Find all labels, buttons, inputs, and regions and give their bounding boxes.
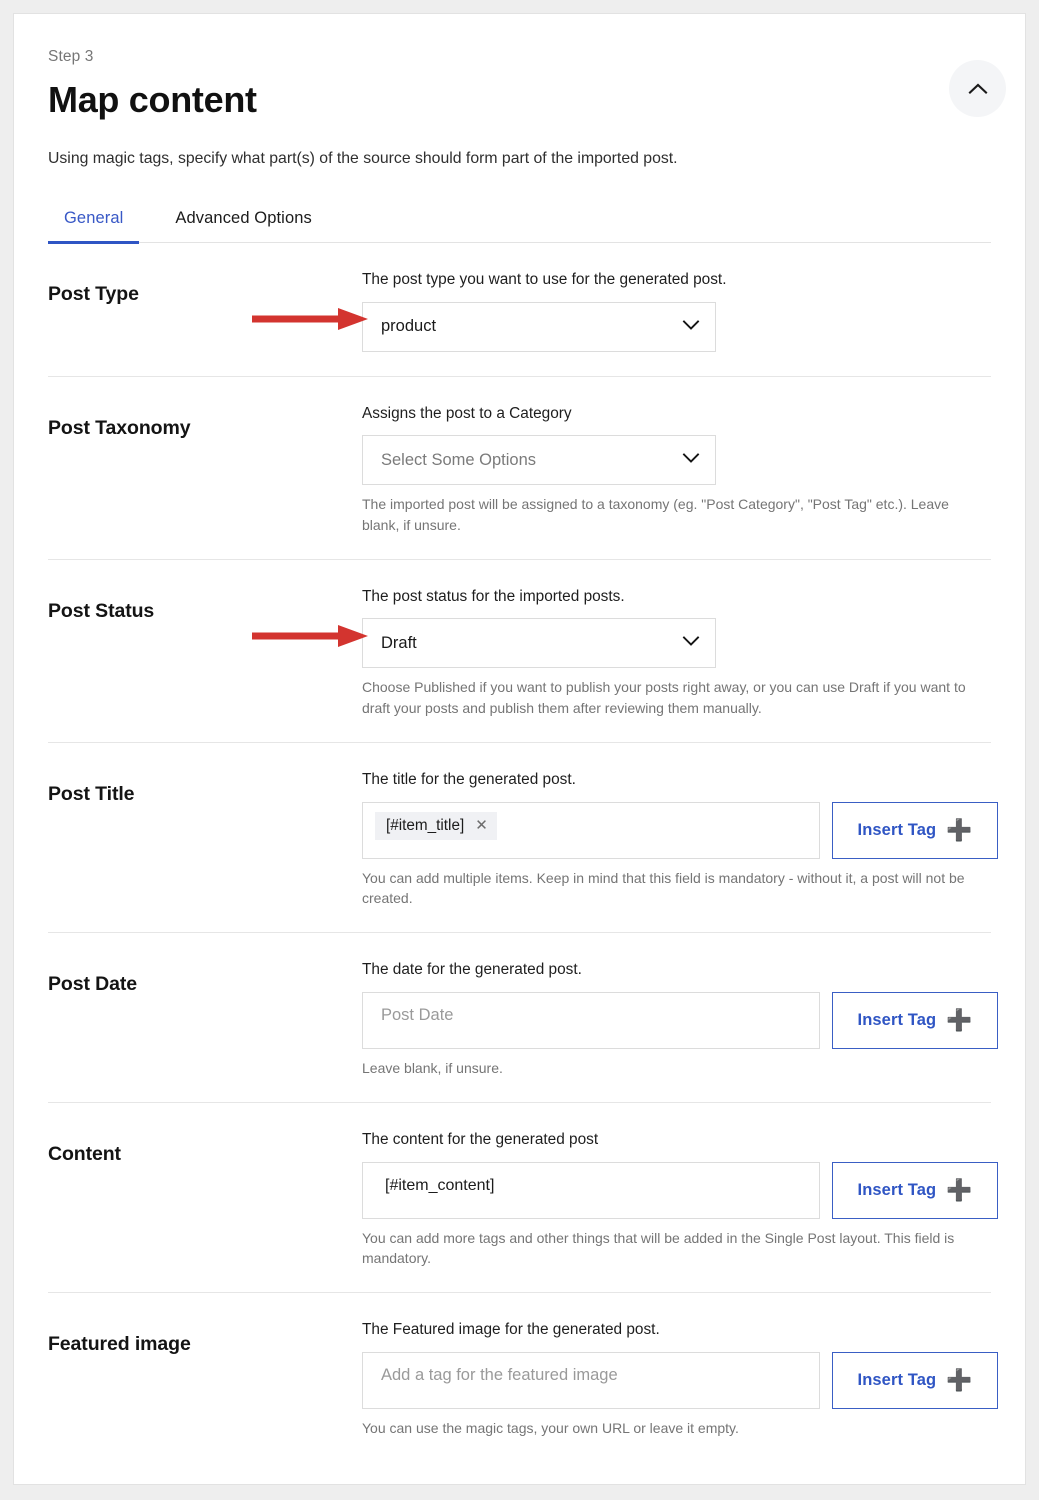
content-input[interactable]: [#item_content] [362,1162,820,1219]
page-title: Map content [48,80,991,120]
page-root: Step 3 Map content Using magic tags, spe… [0,0,1039,1500]
row-post-status: Post Status The post status for the impo… [48,560,991,743]
map-content-card: Step 3 Map content Using magic tags, spe… [13,13,1026,1485]
plus-icon: ➕ [946,1180,972,1201]
insert-tag-label: Insert Tag [858,1181,937,1200]
chevron-up-icon [968,82,988,95]
post-date-input[interactable]: Post Date [362,992,820,1049]
post-date-placeholder: Post Date [375,1002,453,1025]
row-content: Content The content for the generated po… [48,1103,991,1293]
row-post-taxonomy: Post Taxonomy Assigns the post to a Cate… [48,377,991,560]
row-label-post-type: Post Type [48,269,362,306]
field-description-post-type: The post type you want to use for the ge… [362,269,991,291]
chevron-down-icon [681,451,701,469]
row-post-title: Post Title The title for the generated p… [48,743,991,933]
insert-tag-button-post-date[interactable]: Insert Tag ➕ [832,992,998,1049]
plus-icon: ➕ [946,820,972,841]
row-post-type: Post Type The post type you want to use … [48,243,991,377]
insert-tag-button-post-title[interactable]: Insert Tag ➕ [832,802,998,859]
row-label-content: Content [48,1129,362,1166]
page-description: Using magic tags, specify what part(s) o… [48,148,991,171]
post-taxonomy-select[interactable]: Select Some Options [362,435,716,485]
field-description-featured-image: The Featured image for the generated pos… [362,1319,991,1341]
row-label-featured-image: Featured image [48,1319,362,1356]
row-featured-image: Featured image The Featured image for th… [48,1293,991,1462]
help-text-featured-image: You can use the magic tags, your own URL… [362,1418,982,1438]
tag-chip[interactable]: [#item_title] ✕ [375,812,497,840]
insert-tag-label: Insert Tag [858,1011,937,1030]
chevron-down-icon [681,318,701,336]
featured-image-input[interactable]: Add a tag for the featured image [362,1352,820,1409]
insert-tag-label: Insert Tag [858,1371,937,1390]
post-type-select[interactable]: product [362,302,716,352]
step-label: Step 3 [48,48,991,66]
collapse-section-button[interactable] [949,60,1006,117]
help-text-post-status: Choose Published if you want to publish … [362,677,982,718]
tab-advanced-options[interactable]: Advanced Options [159,205,327,242]
content-input-value: [#item_content] [375,1172,494,1195]
help-text-content: You can add more tags and other things t… [362,1228,982,1269]
post-title-tag-input[interactable]: [#item_title] ✕ [362,802,820,859]
post-taxonomy-select-placeholder: Select Some Options [381,451,681,470]
field-description-post-title: The title for the generated post. [362,769,991,791]
plus-icon: ➕ [946,1370,972,1391]
field-description-post-date: The date for the generated post. [362,959,991,981]
close-icon[interactable]: ✕ [475,818,488,833]
tab-bar: General Advanced Options [48,205,991,243]
tab-general[interactable]: General [48,205,139,242]
field-description-post-status: The post status for the imported posts. [362,586,991,608]
row-post-date: Post Date The date for the generated pos… [48,933,991,1103]
post-status-select[interactable]: Draft [362,618,716,668]
help-text-post-title: You can add multiple items. Keep in mind… [362,868,982,909]
row-label-post-title: Post Title [48,769,362,806]
annotation-arrow-post-type [250,306,370,337]
help-text-post-taxonomy: The imported post will be assigned to a … [362,494,982,535]
post-type-select-value: product [381,317,681,336]
help-text-post-date: Leave blank, if unsure. [362,1058,982,1078]
insert-tag-label: Insert Tag [858,821,937,840]
annotation-arrow-post-status [250,623,370,654]
plus-icon: ➕ [946,1010,972,1031]
insert-tag-button-featured-image[interactable]: Insert Tag ➕ [832,1352,998,1409]
field-description-content: The content for the generated post [362,1129,991,1151]
row-label-post-taxonomy: Post Taxonomy [48,403,362,440]
tag-chip-label: [#item_title] [386,817,464,835]
field-description-post-taxonomy: Assigns the post to a Category [362,403,991,425]
row-label-post-date: Post Date [48,959,362,996]
row-label-post-status: Post Status [48,586,362,623]
post-status-select-value: Draft [381,634,681,653]
insert-tag-button-content[interactable]: Insert Tag ➕ [832,1162,998,1219]
featured-image-placeholder: Add a tag for the featured image [375,1362,618,1385]
chevron-down-icon [681,634,701,652]
